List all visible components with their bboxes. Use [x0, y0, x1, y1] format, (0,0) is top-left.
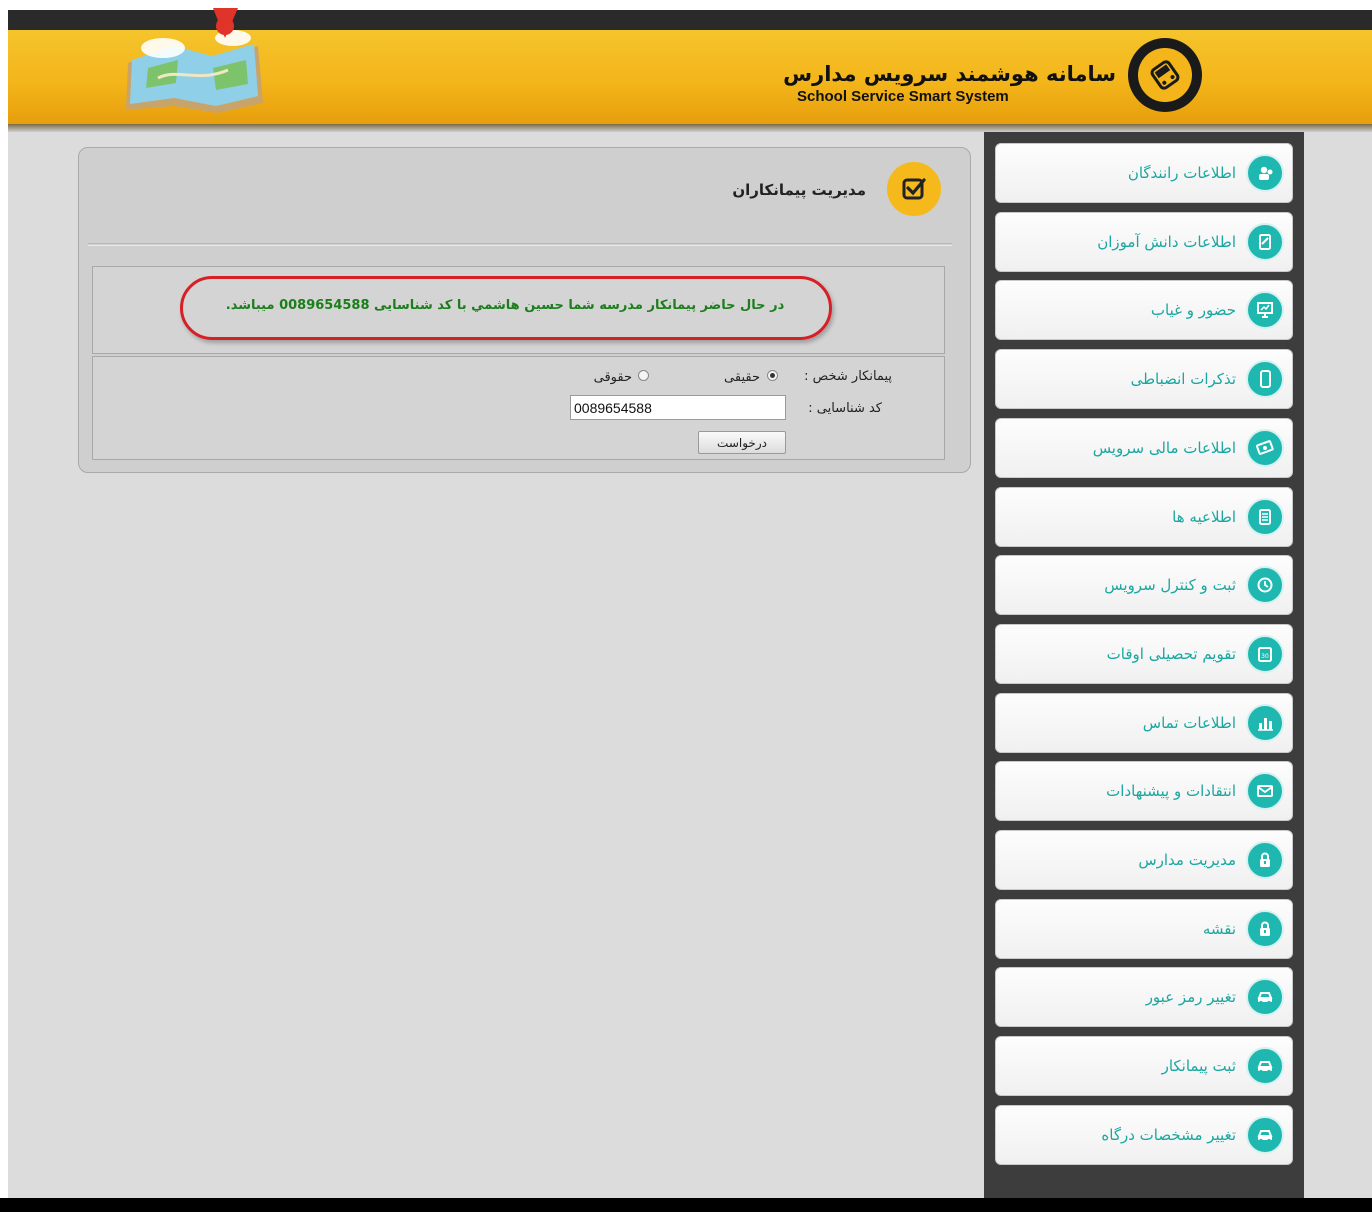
mail-icon — [1246, 772, 1284, 811]
status-message: در حال حاضر پیمانکار مدرسه شما حسین هاشم… — [225, 298, 785, 313]
sidebar-item-8[interactable]: تقویم تحصیلی اوقات 30 — [995, 623, 1293, 684]
id-input[interactable] — [570, 395, 786, 420]
site-logo — [1128, 38, 1202, 112]
request-button[interactable]: درخواست — [698, 431, 786, 454]
sidebar-item-label: انتقادات و پیشنهادات — [1106, 782, 1236, 801]
sidebar-item-9[interactable]: اطلاعات تماس — [995, 692, 1293, 753]
panel-icon — [887, 162, 941, 216]
calendar-icon: 30 — [1246, 634, 1284, 673]
checkbox-icon — [902, 178, 926, 200]
header-shadow — [8, 124, 1372, 132]
sidebar-item-11[interactable]: مدیریت مدارس — [995, 830, 1293, 890]
chart-icon — [1246, 703, 1284, 742]
bus-logo-icon — [1150, 60, 1180, 90]
sidebar-item-5[interactable]: اطلاعات مالی سرویس — [995, 417, 1293, 478]
sidebar-item-7[interactable]: ثبت و کنترل سرویس — [995, 555, 1293, 616]
radio-real[interactable] — [767, 370, 778, 381]
car-icon — [1246, 1115, 1284, 1154]
sidebar-item-10[interactable]: انتقادات و پیشنهادات — [995, 761, 1293, 822]
contractor-type-label: پیمانکار شخص : — [804, 369, 892, 384]
sidebar-item-6[interactable]: اطلاعیه ها — [995, 486, 1293, 547]
left-margin — [0, 10, 8, 1198]
sidebar-item-2[interactable]: اطلاعات دانش آموزان — [995, 211, 1293, 272]
divider — [88, 243, 952, 244]
divider-highlight — [88, 245, 952, 246]
page-title: مدیریت پیمانکاران — [732, 181, 866, 199]
sidebar-item-13[interactable]: تغییر رمز عبور — [995, 967, 1293, 1028]
sidebar-item-label: تذکرات انضباطی — [1130, 370, 1236, 389]
sidebar-item-label: اطلاعات مالی سرویس — [1092, 438, 1236, 457]
id-label: کد شناسایی : — [808, 401, 882, 416]
sidebar-item-label: تقویم تحصیلی اوقات — [1106, 644, 1236, 663]
sidebar-item-4[interactable]: تذکرات انضباطی — [995, 349, 1293, 410]
car-icon — [1246, 978, 1284, 1017]
sidebar-item-14[interactable]: ثبت پیمانکار — [995, 1036, 1293, 1097]
sidebar-item-label: تغییر رمز عبور — [1145, 988, 1236, 1007]
sidebar-item-label: ثبت پیمانکار — [1161, 1057, 1236, 1076]
sidebar-item-label: حضور و غیاب — [1150, 301, 1236, 320]
sidebar-item-label: ثبت و کنترل سرویس — [1104, 576, 1236, 595]
student-icon — [1246, 222, 1284, 261]
sidebar-item-label: اطلاعات رانندگان — [1127, 164, 1236, 182]
sidebar-item-12[interactable]: نقشه — [995, 898, 1293, 959]
clock-icon — [1246, 566, 1284, 605]
sidebar-item-1[interactable]: اطلاعات رانندگان — [995, 143, 1293, 203]
driver-icon — [1246, 154, 1284, 192]
presentation-icon — [1246, 291, 1284, 330]
lock-icon — [1246, 841, 1284, 879]
sidebar-item-label: اطلاعیه ها — [1172, 507, 1236, 526]
sidebar-item-label: اطلاعات تماس — [1142, 713, 1236, 732]
radio-real-label: حقیقی — [724, 370, 760, 385]
sidebar-item-label: نقشه — [1202, 919, 1236, 938]
svg-text:30: 30 — [1261, 653, 1269, 660]
footer — [0, 1198, 1372, 1212]
sidebar-item-3[interactable]: حضور و غیاب — [995, 280, 1293, 341]
sidebar-item-label: اطلاعات دانش آموزان — [1097, 232, 1236, 251]
lock-icon — [1246, 909, 1284, 948]
money-icon — [1246, 428, 1284, 467]
sidebar-item-label: مدیریت مدارس — [1138, 851, 1236, 869]
document-icon — [1246, 497, 1284, 536]
site-title: سامانه هوشمند سرویس مدارس — [783, 62, 1116, 86]
site-subtitle: School Service Smart System — [797, 88, 1009, 105]
radio-legal[interactable] — [638, 370, 649, 381]
radio-legal-label: حقوقی — [593, 370, 632, 385]
sidebar-item-15[interactable]: تغییر مشخصات درگاه — [995, 1104, 1293, 1165]
map-illustration — [126, 8, 263, 113]
right-margin — [1304, 132, 1372, 1198]
car-icon — [1246, 1047, 1284, 1086]
phone-icon — [1246, 360, 1284, 399]
sidebar-item-label: تغییر مشخصات درگاه — [1101, 1125, 1236, 1144]
